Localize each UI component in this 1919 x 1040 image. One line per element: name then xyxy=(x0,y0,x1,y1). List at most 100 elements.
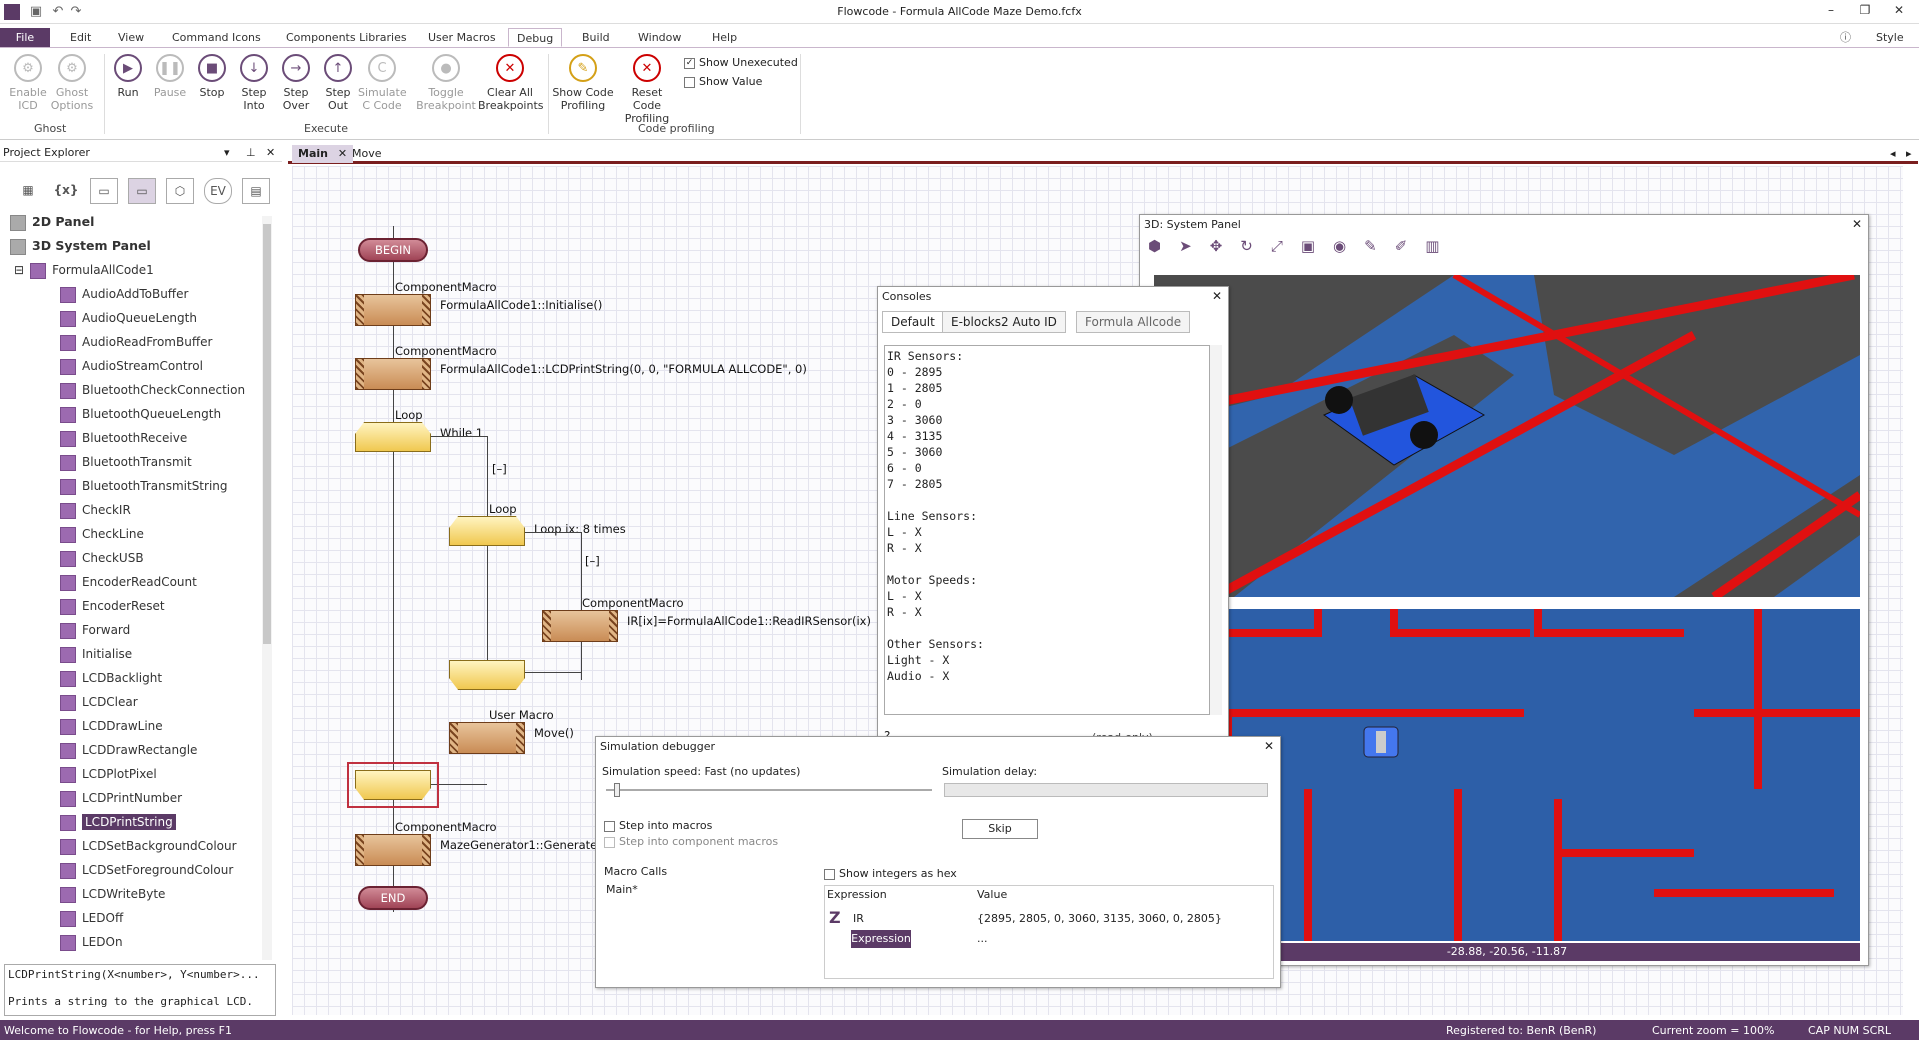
console-scrollbar[interactable] xyxy=(1210,345,1222,715)
loop2-end-icon[interactable] xyxy=(449,660,525,690)
step-into-component-macros-checkbox[interactable]: Step into component macros xyxy=(604,835,778,848)
tree-macro-item[interactable]: AudioStreamControl xyxy=(60,356,203,376)
tree-macro-item[interactable]: AudioQueueLength xyxy=(60,308,197,328)
slider-thumb[interactable] xyxy=(614,783,620,797)
loop1-end-icon[interactable] xyxy=(355,770,431,800)
help-icon[interactable]: ⓘ xyxy=(1832,28,1859,47)
console-tab-default[interactable]: Default xyxy=(882,311,944,333)
loop2-icon[interactable] xyxy=(449,516,525,546)
console-tab-formula[interactable]: Formula Allcode xyxy=(1076,311,1191,333)
show-value-checkbox[interactable]: Show Value xyxy=(684,75,762,88)
close-icon[interactable]: ✕ xyxy=(1264,739,1274,753)
enable-icd-button[interactable]: ⚙ Enable ICD xyxy=(4,52,52,112)
brush-icon[interactable]: ✐ xyxy=(1395,237,1426,255)
show-hex-checkbox[interactable]: Show integers as hex xyxy=(824,867,957,880)
components-icon[interactable]: ▭ xyxy=(128,178,156,204)
tree-macro-item[interactable]: BluetoothQueueLength xyxy=(60,404,221,424)
step-into-macros-checkbox[interactable]: Step into macros xyxy=(604,819,712,832)
tree-macro-item[interactable]: CheckIR xyxy=(60,500,131,520)
ghost-options-button[interactable]: ⚙ Ghost Options xyxy=(48,52,96,112)
pointer-icon[interactable]: ➤ xyxy=(1179,237,1210,255)
step-into-button[interactable]: ↓ Step Into xyxy=(230,52,278,112)
tree-macro-item[interactable]: LCDPrintString xyxy=(60,812,176,832)
tree-macro-item[interactable]: LEDOn xyxy=(60,932,123,952)
minimize-icon[interactable]: – xyxy=(1820,3,1842,19)
tree-macro-item[interactable]: LCDSetForegroundColour xyxy=(60,860,233,880)
tree-macro-item[interactable]: LEDOff xyxy=(60,908,123,928)
wrench-icon[interactable]: ✎ xyxy=(1364,237,1395,255)
cm1-icon[interactable] xyxy=(355,294,431,326)
close-icon[interactable]: ✕ xyxy=(1888,3,1910,19)
tree-macro-item[interactable]: LCDDrawLine xyxy=(60,716,163,736)
menu-command-icons[interactable]: Command Icons xyxy=(164,28,269,47)
eye-icon[interactable]: ◉ xyxy=(1333,237,1364,255)
tree-macro-item[interactable]: BluetoothReceive xyxy=(60,428,187,448)
menu-view[interactable]: View xyxy=(110,28,152,47)
menu-build[interactable]: Build xyxy=(574,28,618,47)
console-output[interactable]: IR Sensors: 0 - 2895 1 - 2805 2 - 0 3 - … xyxy=(884,345,1210,715)
step-over-button[interactable]: → Step Over xyxy=(272,52,320,112)
close-icon[interactable]: ✕ xyxy=(266,146,275,159)
tab-scroll-left-icon[interactable]: ◂ xyxy=(1884,145,1902,163)
tree-3d-panel[interactable]: 3D System Panel xyxy=(10,236,151,256)
ports-icon[interactable]: ⬡ xyxy=(166,178,194,204)
close-icon[interactable]: ✕ xyxy=(1212,289,1222,303)
menu-user-macros[interactable]: User Macros xyxy=(420,28,504,47)
restore-icon[interactable]: ❐ xyxy=(1854,3,1876,19)
tree-macro-item[interactable]: LCDBacklight xyxy=(60,668,162,688)
show-code-profiling-button[interactable]: ✎ Show Code Profiling xyxy=(552,52,614,112)
grid-icon[interactable]: ▦ xyxy=(14,178,42,204)
viewport-3d-perspective[interactable] xyxy=(1154,275,1860,597)
run-button[interactable]: ▶ Run xyxy=(104,52,152,99)
dropdown-icon[interactable]: ▾ xyxy=(224,146,230,159)
toggle-breakpoint-button[interactable]: ● Toggle Breakpoint xyxy=(416,52,476,112)
menu-debug[interactable]: Debug xyxy=(508,28,563,47)
um-icon[interactable] xyxy=(449,722,525,754)
tree-macro-item[interactable]: AudioAddToBuffer xyxy=(60,284,188,304)
tree-macro-item[interactable]: LCDPrintNumber xyxy=(60,788,182,808)
tree-macro-item[interactable]: AudioReadFromBuffer xyxy=(60,332,212,352)
zoom-icon[interactable]: ⤢ xyxy=(1271,237,1301,255)
tree-macro-item[interactable]: LCDDrawRectangle xyxy=(60,740,197,760)
tree-macro-item[interactable]: LCDWriteByte xyxy=(60,884,165,904)
simulate-c-button[interactable]: C Simulate C Code xyxy=(358,52,407,112)
end-terminal[interactable]: END xyxy=(358,886,428,910)
macros-icon[interactable]: ▭ xyxy=(90,178,118,204)
layout-icon[interactable]: ▤ xyxy=(242,178,270,204)
3d-icon[interactable]: ⬢ xyxy=(1148,237,1179,255)
events-icon[interactable]: EV xyxy=(204,178,232,204)
style-menu[interactable]: Style xyxy=(1868,28,1912,47)
orbit-icon[interactable]: ↻ xyxy=(1240,237,1271,255)
variables-icon[interactable]: {x} xyxy=(52,178,80,204)
skip-button[interactable]: Skip xyxy=(962,819,1038,839)
tree-macro-item[interactable]: LCDSetBackgroundColour xyxy=(60,836,237,856)
loop1-collapse[interactable]: [–] xyxy=(492,462,507,476)
stop-button[interactable]: ■ Stop xyxy=(188,52,236,99)
tree-scrollbar[interactable] xyxy=(262,216,272,960)
tree-2d-panel[interactable]: 2D Panel xyxy=(10,212,94,232)
watch-row-expr[interactable]: IR xyxy=(853,912,864,925)
tab-main[interactable]: Main ✕ xyxy=(292,145,354,163)
menu-help[interactable]: Help xyxy=(704,28,745,47)
tab-move[interactable]: Move xyxy=(346,145,388,163)
camera-icon[interactable]: ▣ xyxy=(1301,237,1333,255)
tree-macro-item[interactable]: LCDClear xyxy=(60,692,138,712)
sim-speed-slider[interactable] xyxy=(606,783,932,797)
tree-macro-item[interactable]: LCDPlotPixel xyxy=(60,764,157,784)
console-tab-eblocks[interactable]: E-blocks2 Auto ID xyxy=(942,311,1066,333)
tree-formulaallcode1[interactable]: ⊟ FormulaAllCode1 xyxy=(14,260,154,280)
tree-macro-item[interactable]: Initialise xyxy=(60,644,132,664)
tree-macro-item[interactable]: CheckUSB xyxy=(60,548,144,568)
close-icon[interactable]: ✕ xyxy=(1852,217,1862,231)
sim-delay-slider[interactable] xyxy=(944,783,1268,797)
tree-macro-item[interactable]: BluetoothTransmitString xyxy=(60,476,228,496)
step-out-button[interactable]: ↑ Step Out xyxy=(314,52,362,112)
begin-terminal[interactable]: BEGIN xyxy=(358,238,428,262)
pan-icon[interactable]: ✥ xyxy=(1210,237,1241,255)
pin-icon[interactable]: ⊥ xyxy=(246,146,256,159)
show-unexecuted-checkbox[interactable]: ✓ Show Unexecuted xyxy=(684,56,798,69)
tree-macro-item[interactable]: BluetoothCheckConnection xyxy=(60,380,245,400)
menu-window[interactable]: Window xyxy=(630,28,689,47)
box-icon[interactable]: ▥ xyxy=(1425,237,1457,255)
macro-call-main[interactable]: Main* xyxy=(606,883,638,896)
